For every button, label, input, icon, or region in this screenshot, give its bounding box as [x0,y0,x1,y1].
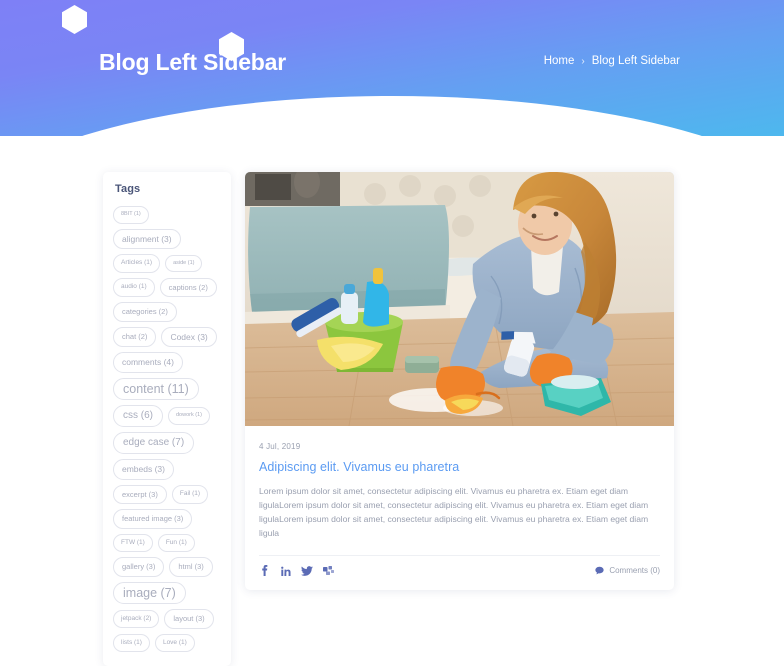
page-hero: Blog Left Sidebar Home › Blog Left Sideb… [0,0,784,136]
tag-link[interactable]: audio (1) [113,278,155,297]
comments-label: Comments (0) [609,566,660,576]
tag-link[interactable]: Articles (1) [113,254,161,273]
comments-link[interactable]: Comments (0) [595,566,660,575]
main-content: 4 Jul, 2019 Adipiscing elit. Vivamus eu … [245,172,674,666]
page-content: Tags 8BIT (1) alignment (3) Articles (1) as… [0,136,784,666]
tag-link[interactable]: layout (3) [164,609,214,629]
comment-bubble-icon [595,566,604,575]
page-title: Blog Left Sidebar [99,49,287,75]
tag-link[interactable]: excerpt (3) [113,484,167,504]
post-title-link[interactable]: Adipiscing elit. Vivamus eu pharetra [259,460,459,474]
tags-widget: Tags 8BIT (1) alignment (3) Articles (1) as… [103,172,231,666]
tag-link[interactable]: Love (1) [154,633,195,652]
post-body: 4 Jul, 2019 Adipiscing elit. Vivamus eu … [245,426,674,590]
blog-post-card: 4 Jul, 2019 Adipiscing elit. Vivamus eu … [245,172,674,590]
tag-link[interactable]: captions (2) [159,277,217,297]
chevron-right-icon: › [581,55,585,67]
tag-link[interactable]: image (7) [113,581,186,604]
tag-link[interactable]: comments (4) [113,352,183,373]
post-date: 4 Jul, 2019 [259,442,301,451]
tag-link[interactable]: content (11) [113,377,199,400]
tag-link[interactable]: Fun (1) [157,533,195,552]
tag-link[interactable]: featured image (3) [113,509,193,529]
tag-link[interactable]: aside (1) [165,254,203,272]
breadcrumb-home-link[interactable]: Home [544,55,575,67]
post-excerpt: Lorem ipsum dolor sit amet, consectetur … [259,486,649,538]
facebook-icon[interactable] [259,565,270,577]
breadcrumb: Home › Blog Left Sidebar [544,55,680,67]
tag-link[interactable]: html (3) [169,557,213,577]
tag-link[interactable]: css (6) [113,405,163,427]
tag-link[interactable]: alignment (3) [113,228,181,249]
tag-link[interactable]: FTW (1) [113,533,153,552]
social-share-list [259,565,335,577]
post-footer: Comments (0) [259,554,660,580]
flickr-icon[interactable] [323,565,335,576]
linkedin-icon[interactable] [280,565,291,577]
tag-link[interactable]: categories (2) [113,302,177,322]
tag-link[interactable]: lists (1) [113,633,150,652]
tag-link[interactable]: embeds (3) [113,459,174,480]
tag-link[interactable]: chat (2) [113,327,157,347]
tag-link[interactable]: edge case (7) [113,432,195,454]
tag-link[interactable]: dowork (1) [168,407,210,425]
sidebar: Tags 8BIT (1) alignment (3) Articles (1) as… [103,172,231,666]
tags-widget-title: Tags [115,183,141,195]
breadcrumb-current: Blog Left Sidebar [591,55,680,67]
cleaning-scene-illustration [245,172,674,426]
tag-link[interactable]: gallery (3) [113,557,165,577]
tag-cloud: 8BIT (1) alignment (3) Articles (1) aside (… [113,206,221,652]
post-featured-image[interactable] [245,172,674,426]
tag-link[interactable]: Codex (3) [161,326,217,347]
tag-link[interactable]: Fail (1) [171,485,209,504]
tag-link[interactable]: 8BIT (1) [113,206,149,224]
twitter-icon[interactable] [301,565,313,577]
tag-link[interactable]: jetpack (2) [113,609,160,628]
post-title: Adipiscing elit. Vivamus eu pharetra [259,460,660,474]
